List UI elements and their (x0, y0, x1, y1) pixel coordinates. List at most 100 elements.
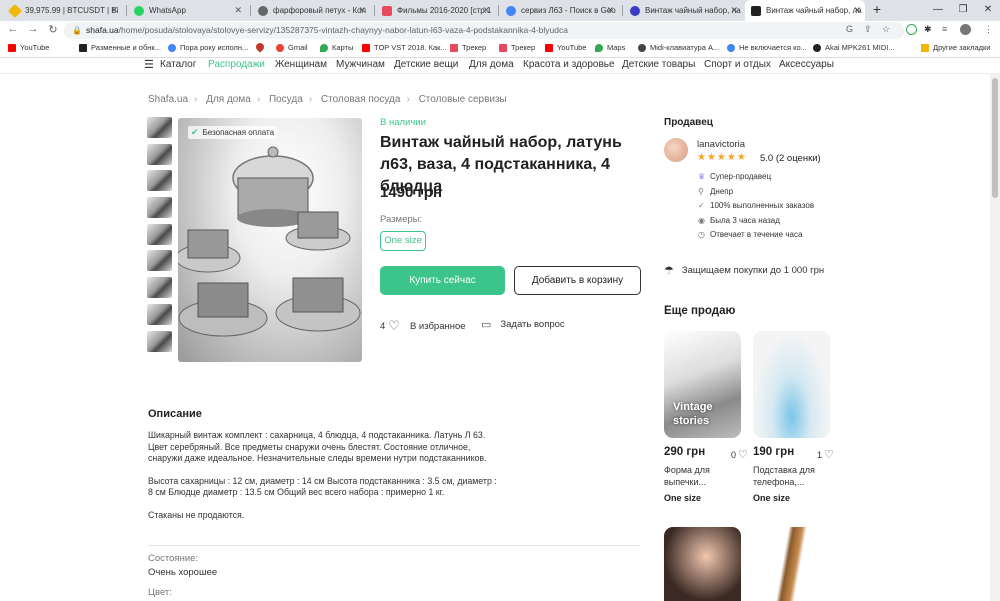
forward-icon[interactable]: → (26, 23, 40, 35)
bookmark-maps[interactable]: Карты (320, 43, 353, 52)
nav-men[interactable]: Мужчинам (336, 59, 385, 70)
product-thumbnail[interactable] (147, 197, 172, 219)
product-main-image[interactable]: ✔ Безопасная оплата (178, 118, 362, 362)
card-size: One size (753, 493, 791, 503)
buy-now-button[interactable]: Купить сейчас (380, 266, 505, 295)
bookmark-maps[interactable]: Maps (595, 43, 625, 52)
bookmark-item[interactable]: Не включается ко... (727, 43, 807, 52)
bookmark-item[interactable]: Трекер (499, 43, 535, 52)
add-to-cart-button[interactable]: Добавить в корзину (514, 266, 641, 295)
new-tab-icon[interactable]: + (869, 2, 885, 18)
favorites-count: 4 (380, 320, 386, 332)
bookmark-item[interactable]: Разменные и обнк... (79, 43, 161, 52)
breadcrumb-item[interactable]: Shafa.ua (148, 94, 188, 105)
tab-title: WhatsApp (149, 6, 186, 15)
card-title[interactable]: Форма для выпечки... (664, 464, 734, 488)
nav-home[interactable]: Для дома (469, 59, 514, 70)
profile-avatar[interactable] (960, 24, 971, 35)
close-icon[interactable]: ✕ (110, 5, 118, 16)
nav-accessories[interactable]: Аксессуары (779, 59, 834, 70)
product-thumbnail[interactable] (147, 303, 172, 325)
bookmark-star-icon[interactable]: ☆ (882, 24, 890, 35)
page-scrollbar-thumb[interactable] (992, 78, 998, 198)
breadcrumb-item[interactable]: Для дома (206, 94, 251, 105)
product-thumbnail[interactable] (147, 223, 172, 245)
more-options-icon[interactable]: ⋮ (984, 24, 993, 35)
close-icon[interactable]: ✕ (606, 5, 614, 16)
size-chip[interactable]: One size (380, 231, 426, 251)
close-icon[interactable]: ✕ (853, 5, 861, 16)
safe-payment-badge: ✔ Безопасная оплата (188, 126, 278, 139)
binance-icon (7, 3, 23, 18)
product-thumbnail[interactable] (147, 250, 172, 272)
condition-value: Очень хорошее (148, 567, 218, 578)
product-thumbnail[interactable] (147, 277, 172, 299)
browser-tab[interactable]: WhatsApp ✕ (128, 0, 246, 21)
close-icon[interactable]: ✕ (234, 5, 242, 16)
nav-beauty[interactable]: Красота и здоровье (523, 59, 615, 70)
browser-tab[interactable]: Винтаж чайный набор, ла ✕ (624, 0, 742, 21)
bookmark-item[interactable]: Midi-клавиатура A... (638, 43, 719, 52)
product-thumbnail[interactable] (147, 117, 172, 138)
bookmark-item[interactable] (254, 41, 268, 53)
maximize-icon[interactable]: ❐ (955, 0, 971, 20)
card-likes[interactable]: 0 ♡ (731, 448, 748, 461)
browser-tab[interactable]: фарфоровый петух - Кол ✕ (252, 0, 370, 21)
menu-icon[interactable]: ≡ (942, 24, 947, 34)
bookmark-gmail[interactable]: Gmail (276, 43, 308, 52)
address-bar[interactable]: 🔒 shafa.ua/home/posuda/stolovaya/stolovy… (64, 22, 904, 39)
buyer-protection[interactable]: ☂ Защищаем покупки до 1 000 грн (664, 264, 824, 277)
seller-product-card-image[interactable] (753, 331, 830, 438)
breadcrumb-item[interactable]: Столовая посуда (321, 94, 401, 105)
back-icon[interactable]: ← (6, 23, 20, 35)
google-lens-icon[interactable]: G (846, 24, 853, 34)
seller-product-card-image[interactable] (753, 527, 830, 601)
breadcrumb-item[interactable]: Посуда (269, 94, 303, 105)
bookmark-item[interactable]: Akai MPK261 MIDI... (813, 43, 895, 52)
close-icon[interactable]: ✕ (358, 5, 366, 16)
close-icon[interactable]: ✕ (730, 5, 738, 16)
add-to-favorites[interactable]: 4 ♡ В избранное (380, 318, 466, 334)
ask-question[interactable]: ▭ Задать вопрос (481, 318, 565, 331)
breadcrumb-item[interactable]: Столовые сервизы (419, 94, 507, 105)
google-icon (506, 5, 516, 16)
shield-extension-icon[interactable] (906, 24, 917, 35)
product-thumbnail[interactable] (147, 143, 172, 165)
browser-toolbar: ← → ↻ 🔒 shafa.ua/home/posuda/stolovaya/s… (0, 21, 1000, 40)
bookmark-label: Карты (332, 43, 354, 52)
bookmark-item[interactable]: Пора року исполн... (168, 43, 248, 52)
browser-tab[interactable]: сервиз Л63 - Поиск в Goo ✕ (500, 0, 618, 21)
menu-icon[interactable]: ☰ (144, 58, 154, 71)
product-thumbnail[interactable] (147, 170, 172, 192)
extensions-icon[interactable]: ✱ (924, 24, 932, 35)
minimize-icon[interactable]: — (930, 0, 946, 20)
bookmark-item[interactable]: TOP VST 2018. Как... (362, 43, 447, 52)
bookmark-youtube[interactable]: YouTube (8, 43, 49, 52)
seller-attr-label: Супер-продавец (710, 172, 772, 181)
nav-sport[interactable]: Спорт и отдых (704, 59, 771, 70)
seller-name[interactable]: lanavictoria (697, 139, 745, 150)
reload-icon[interactable]: ↻ (46, 23, 60, 36)
nav-catalog[interactable]: Каталог (160, 59, 196, 70)
card-title[interactable]: Подставка для телефона,... (753, 464, 823, 488)
close-window-icon[interactable]: ✕ (980, 0, 996, 20)
bookmark-youtube[interactable]: YouTube (545, 43, 586, 52)
nav-kids-goods[interactable]: Детские товары (622, 59, 695, 70)
card-likes[interactable]: 1 ♡ (817, 448, 834, 461)
close-icon[interactable]: ✕ (482, 5, 490, 16)
nav-kids-clothes[interactable]: Детские вещи (394, 59, 458, 70)
nav-women[interactable]: Женщинам (275, 59, 327, 70)
browser-tab-active[interactable]: Винтаж чайный набор, ла ✕ (745, 0, 865, 21)
share-icon[interactable]: ⇪ (864, 24, 872, 35)
nav-sale[interactable]: Распродажи (208, 59, 265, 70)
description-heading: Описание (148, 408, 202, 420)
seller-attr-orders: ✓ 100% выполненных заказов (698, 201, 814, 210)
seller-product-card-image[interactable] (664, 527, 741, 601)
browser-tab[interactable]: 39,975.99 | BTCUSDT | Bi ✕ (4, 0, 122, 21)
seller-avatar[interactable] (664, 138, 688, 162)
bookmark-item[interactable]: Трекер (450, 43, 486, 52)
product-thumbnail[interactable] (147, 330, 172, 352)
bookmark-label: Трекер (511, 43, 536, 52)
bookmark-other[interactable]: Другие закладки (921, 43, 990, 52)
browser-tab[interactable]: Фильмы 2016-2020 [стр.1 ✕ (376, 0, 494, 21)
